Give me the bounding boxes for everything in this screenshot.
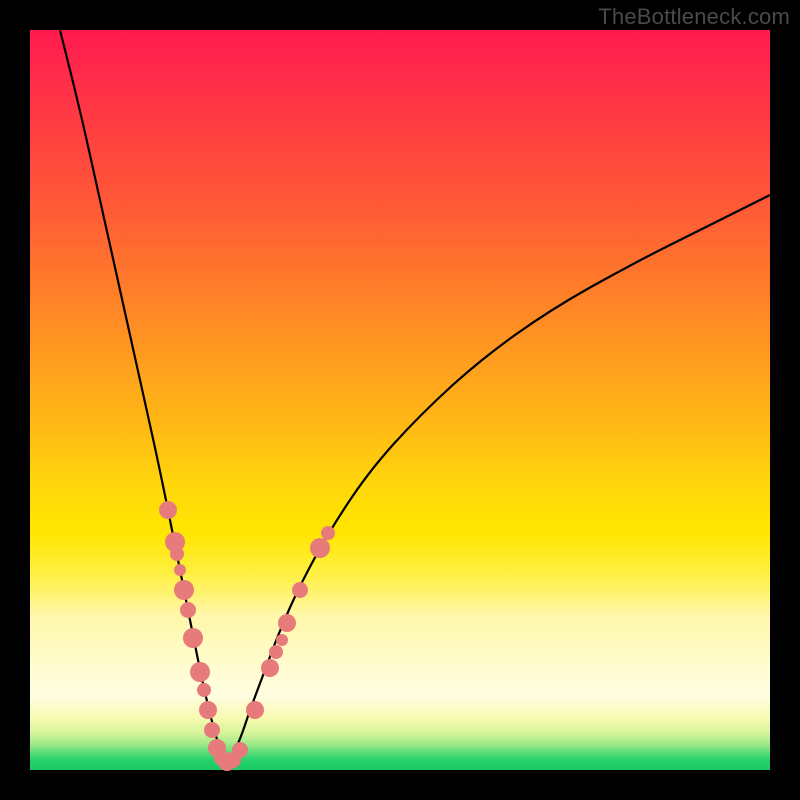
marker-dot: [278, 614, 296, 632]
marker-dot: [183, 628, 203, 648]
marker-dot: [246, 701, 264, 719]
marker-dot: [310, 538, 330, 558]
marker-dot: [174, 580, 194, 600]
marker-dot: [204, 722, 220, 738]
chart-svg: [30, 30, 770, 770]
bottleneck-curve: [60, 30, 770, 763]
marker-dot: [292, 582, 308, 598]
attribution-label: TheBottleneck.com: [598, 4, 790, 30]
marker-dot: [170, 547, 184, 561]
marker-dot: [232, 742, 248, 758]
markers-group: [159, 501, 335, 771]
marker-dot: [180, 602, 196, 618]
marker-dot: [261, 659, 279, 677]
marker-dot: [197, 683, 211, 697]
marker-dot: [190, 662, 210, 682]
marker-dot: [321, 526, 335, 540]
marker-dot: [159, 501, 177, 519]
marker-dot: [199, 701, 217, 719]
marker-dot: [269, 645, 283, 659]
marker-dot: [174, 564, 186, 576]
marker-dot: [276, 634, 288, 646]
